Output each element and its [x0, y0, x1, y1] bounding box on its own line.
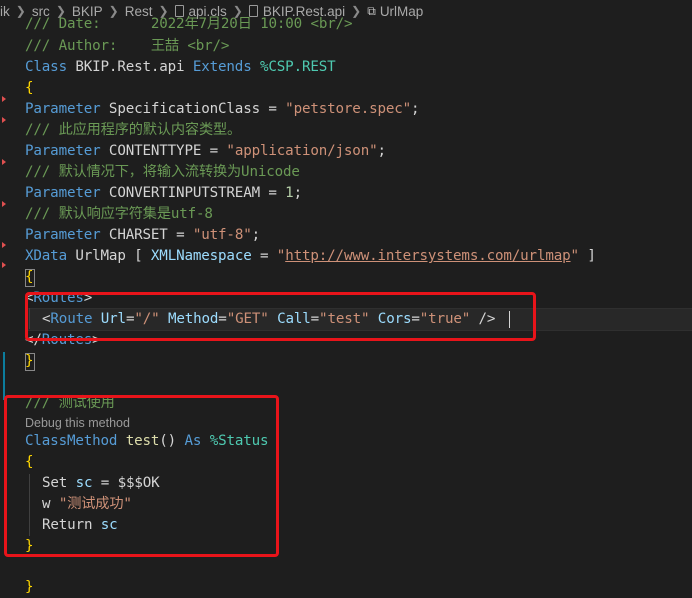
breakpoint-marker-icon — [2, 242, 6, 248]
breadcrumb-item-root[interactable]: ik — [0, 4, 10, 19]
breadcrumb-item-symbol[interactable]: ⧉ UrlMap — [367, 4, 423, 19]
code-line-comment-3: /// 默认响应字符集是utf-8 — [25, 206, 213, 222]
breakpoint-marker-icon — [2, 159, 6, 165]
breadcrumb-label: ik — [0, 3, 10, 19]
code-line-param-spec: Parameter SpecificationClass = "petstore… — [25, 101, 420, 117]
modified-line-bar — [3, 352, 5, 400]
code-line-xdata: XData UrlMap [ XMLNamespace = "http://ww… — [25, 248, 596, 264]
code-line-param-convert: Parameter CONVERTINPUTSTREAM = 1; — [25, 185, 302, 201]
breakpoint-marker-icon — [2, 117, 6, 123]
code-line-comment-2: /// 默认情况下，将输入流转换为Unicode — [25, 164, 300, 180]
breakpoint-marker-icon — [2, 96, 6, 102]
breakpoint-marker-icon — [2, 201, 6, 207]
code-line-comment-1: /// 此应用程序的默认内容类型。 — [25, 122, 242, 138]
code-line-param-charset: Parameter CHARSET = "utf-8"; — [25, 227, 261, 243]
chevron-right-icon: ❯ — [351, 4, 362, 18]
breadcrumb-label: UrlMap — [379, 3, 424, 19]
code-line-author: /// Author: 王喆 <br/> — [25, 38, 230, 54]
highlight-box-method — [4, 395, 279, 557]
xdata-symbol-icon: ⧉ — [367, 3, 376, 18]
code-line-param-contenttype: Parameter CONTENTTYPE = "application/jso… — [25, 143, 386, 159]
bracket-match-box — [25, 353, 35, 371]
code-line-date: /// Date: 2022年7月20日 10:00 <br/> — [25, 16, 353, 32]
code-line-open-brace: { — [25, 80, 34, 96]
code-line-class-close: } — [25, 579, 34, 595]
highlight-box-route — [25, 292, 536, 341]
breakpoint-marker-icon — [2, 262, 6, 268]
namespace-url-link[interactable]: http://www.intersystems.com/urlmap — [285, 248, 570, 264]
bracket-match-box — [25, 269, 35, 287]
code-editor[interactable]: /// Date: 2022年7月20日 10:00 <br/> /// Aut… — [0, 16, 692, 597]
code-line-class: Class BKIP.Rest.api Extends %CSP.REST — [25, 59, 336, 75]
